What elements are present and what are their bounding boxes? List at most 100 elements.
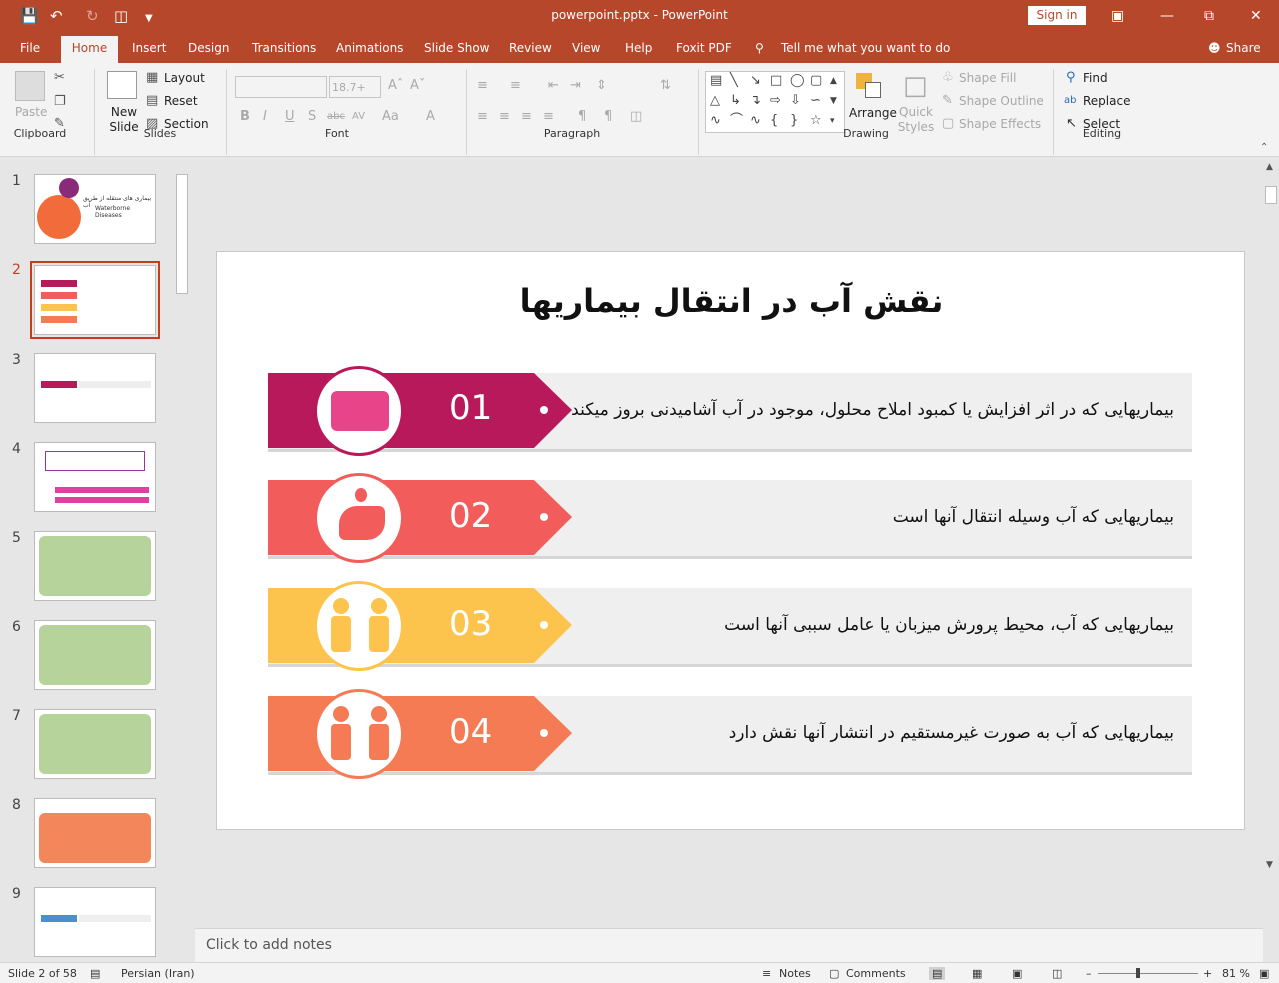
scrollbar-thumb[interactable] bbox=[176, 174, 188, 294]
quick-styles-icon[interactable]: □ bbox=[903, 73, 928, 99]
gallery-more-icon[interactable]: ▾ bbox=[830, 114, 835, 128]
text-direction-icon[interactable]: ¶ bbox=[578, 110, 586, 124]
shapes-gallery[interactable]: ▤ ╲ ↘ □ ◯ ▢ △ ↳ ↴ ⇨ ⇩ ∽ ∿ ⌒ ∿ { } ☆ ▲ ▼ … bbox=[705, 71, 845, 133]
tab-view[interactable]: View bbox=[572, 41, 600, 55]
ribbon-display-icon[interactable]: ▣ bbox=[1111, 8, 1124, 24]
zoom-level[interactable]: 81 % bbox=[1222, 967, 1250, 980]
elbow-arrow-shape-icon[interactable]: ↴ bbox=[750, 94, 761, 108]
slide-scrollbar[interactable]: ▲ ▼ bbox=[1263, 158, 1279, 872]
arrow-shape-icon[interactable]: ↘ bbox=[750, 74, 761, 88]
shadow-icon[interactable]: S bbox=[308, 110, 316, 124]
tab-file[interactable]: File bbox=[20, 41, 40, 55]
tab-foxit-pdf[interactable]: Foxit PDF bbox=[676, 41, 732, 55]
copy-icon[interactable]: ❐ bbox=[54, 95, 66, 109]
notes-placeholder[interactable]: Click to add notes bbox=[206, 937, 332, 953]
share-button[interactable]: Share bbox=[1226, 41, 1261, 55]
thumbnail-slide-5[interactable] bbox=[34, 531, 156, 601]
connector-shape-icon[interactable]: ↳ bbox=[730, 94, 741, 108]
notes-button[interactable]: Notes bbox=[779, 967, 811, 980]
thumbnail-slide-4[interactable] bbox=[34, 442, 156, 512]
language-indicator[interactable]: Persian (Iran) bbox=[121, 967, 195, 980]
left-brace-shape-icon[interactable]: { bbox=[770, 114, 778, 128]
sign-in-button[interactable]: Sign in bbox=[1028, 6, 1086, 25]
thumbnail-slide-8[interactable] bbox=[34, 798, 156, 868]
scroll-down-icon[interactable]: ▼ bbox=[1266, 858, 1273, 872]
star-shape-icon[interactable]: ☆ bbox=[810, 114, 822, 128]
font-name-box[interactable] bbox=[235, 76, 327, 98]
spell-check-icon[interactable]: ▤ bbox=[90, 967, 100, 980]
triangle-shape-icon[interactable]: △ bbox=[710, 94, 720, 108]
quick-styles-button[interactable]: Quick Styles bbox=[896, 105, 936, 135]
grow-font-icon[interactable]: Aˆ bbox=[388, 79, 403, 93]
scroll-up-icon[interactable]: ▲ bbox=[1266, 160, 1273, 174]
bullets-icon[interactable]: ≡ bbox=[477, 79, 488, 93]
rounded-rect-shape-icon[interactable]: ▢ bbox=[810, 74, 822, 88]
slide-sorter-icon[interactable]: ▦ bbox=[972, 967, 982, 980]
tab-home[interactable]: Home bbox=[61, 36, 118, 63]
align-center-icon[interactable]: ≡ bbox=[499, 110, 510, 124]
minimize-icon[interactable]: — bbox=[1160, 8, 1174, 24]
thumbnail-slide-3[interactable] bbox=[34, 353, 156, 423]
close-icon[interactable]: ✕ bbox=[1250, 8, 1262, 24]
paste-button[interactable]: Paste bbox=[15, 105, 47, 119]
zoom-slider[interactable] bbox=[1098, 968, 1198, 978]
font-size-box[interactable]: 18.7+ bbox=[329, 76, 381, 98]
textbox-shape-icon[interactable]: ▤ bbox=[710, 74, 722, 88]
scrollbar-thumb[interactable] bbox=[1265, 186, 1277, 204]
find-button[interactable]: Find bbox=[1083, 71, 1108, 85]
tab-transitions[interactable]: Transitions bbox=[252, 41, 316, 55]
tab-review[interactable]: Review bbox=[509, 41, 552, 55]
cut-icon[interactable]: ✂ bbox=[54, 71, 65, 85]
slide-canvas[interactable]: نقش آب در انتقال بیماریها 01 بیماریهایی … bbox=[216, 251, 1245, 830]
text-direction-dropdown-icon[interactable]: ⇅ bbox=[660, 79, 671, 93]
numbering-icon[interactable]: ≡ bbox=[510, 79, 521, 93]
new-slide-icon[interactable] bbox=[107, 71, 137, 99]
reset-button[interactable]: Reset bbox=[164, 94, 198, 108]
thumbnail-slide-7[interactable] bbox=[34, 709, 156, 779]
shape-outline-button[interactable]: Shape Outline bbox=[959, 94, 1044, 108]
paste-icon[interactable] bbox=[15, 71, 45, 101]
shape-effects-button[interactable]: Shape Effects bbox=[959, 117, 1041, 131]
slide-show-icon[interactable]: ◫ bbox=[1052, 967, 1062, 980]
thumbnail-slide-6[interactable] bbox=[34, 620, 156, 690]
underline-icon[interactable]: U bbox=[285, 110, 295, 124]
rectangle-shape-icon[interactable]: □ bbox=[770, 74, 782, 88]
thumbnail-scrollbar[interactable] bbox=[174, 160, 190, 960]
restore-icon[interactable]: ⧉ bbox=[1204, 8, 1214, 24]
shrink-font-icon[interactable]: Aˇ bbox=[410, 79, 425, 93]
comments-button[interactable]: Comments bbox=[846, 967, 906, 980]
line-spacing-icon[interactable]: ⇕ bbox=[596, 79, 607, 93]
normal-view-icon[interactable]: ▤ bbox=[929, 967, 946, 980]
shape-fill-button[interactable]: Shape Fill bbox=[959, 71, 1016, 85]
zoom-out-icon[interactable]: – bbox=[1086, 967, 1092, 980]
align-left-icon[interactable]: ≡ bbox=[477, 110, 488, 124]
change-case-icon[interactable]: Aa bbox=[382, 110, 399, 124]
line-shape-icon[interactable]: ╲ bbox=[730, 74, 738, 88]
arrange-button[interactable]: Arrange bbox=[849, 106, 897, 120]
gallery-down-icon[interactable]: ▼ bbox=[830, 94, 837, 108]
bold-icon[interactable]: B bbox=[240, 110, 250, 124]
right-brace-shape-icon[interactable]: } bbox=[790, 114, 798, 128]
tab-insert[interactable]: Insert bbox=[132, 41, 166, 55]
scribble-shape-icon[interactable]: ∿ bbox=[710, 114, 721, 128]
rtl-icon[interactable]: ¶ bbox=[604, 110, 612, 124]
arrange-icon[interactable] bbox=[856, 73, 882, 99]
freeform-shape-icon[interactable]: ∽ bbox=[810, 94, 821, 108]
thumbnail-slide-2[interactable] bbox=[30, 261, 160, 339]
font-color-icon[interactable]: A bbox=[426, 110, 435, 124]
share-icon[interactable]: ☻ bbox=[1208, 41, 1221, 55]
tab-animations[interactable]: Animations bbox=[336, 41, 403, 55]
reading-view-icon[interactable]: ▣ bbox=[1012, 967, 1022, 980]
italic-icon[interactable]: I bbox=[263, 110, 267, 124]
justify-icon[interactable]: ≡ bbox=[543, 110, 554, 124]
tell-me-search[interactable]: Tell me what you want to do bbox=[781, 41, 950, 55]
down-arrow-shape-icon[interactable]: ⇩ bbox=[790, 94, 801, 108]
oval-shape-icon[interactable]: ◯ bbox=[790, 74, 805, 88]
thumbnail-slide-9[interactable] bbox=[34, 887, 156, 957]
tab-design[interactable]: Design bbox=[188, 41, 229, 55]
decrease-indent-icon[interactable]: ⇤ bbox=[548, 79, 559, 93]
thumbnail-slide-1[interactable]: بیماری های منتقله از طریق آب Waterborne … bbox=[34, 174, 156, 244]
align-right-icon[interactable]: ≡ bbox=[521, 110, 532, 124]
strikethrough-icon[interactable]: abc bbox=[327, 110, 345, 124]
slide-title[interactable]: نقش آب در انتقال بیماریها bbox=[217, 282, 1246, 320]
